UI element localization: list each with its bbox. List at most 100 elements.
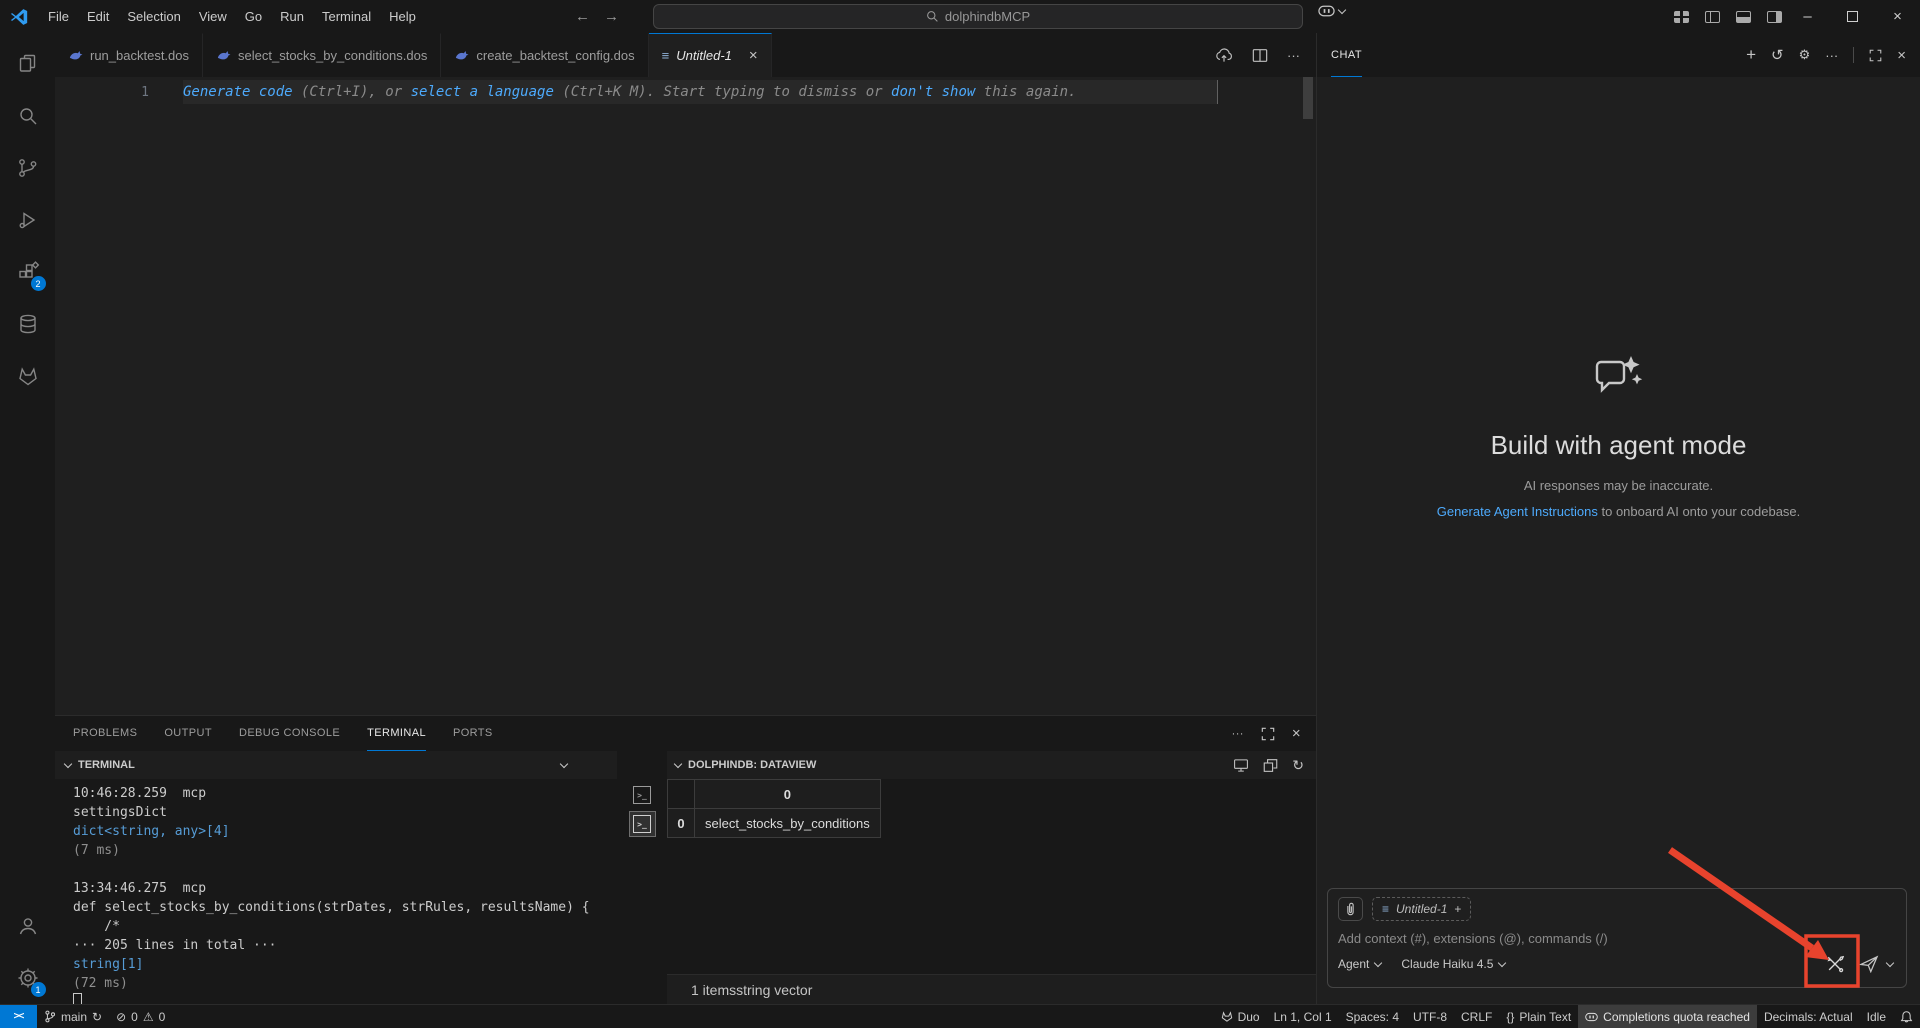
menu-edit[interactable]: Edit <box>78 6 118 28</box>
idle-status[interactable]: Idle <box>1860 1005 1893 1028</box>
cloud-upload-icon[interactable] <box>1215 47 1233 63</box>
menu-terminal[interactable]: Terminal <box>313 6 380 28</box>
activity-settings[interactable]: 1 <box>4 952 52 1004</box>
panel-tab-ports[interactable]: PORTS <box>453 716 493 751</box>
tab-select-stocks[interactable]: select_stocks_by_conditions.dos <box>203 33 441 77</box>
table-column-header[interactable]: 0 <box>695 780 881 809</box>
editor-area[interactable]: 1 Generate code (Ctrl+I), or select a la… <box>55 77 1316 715</box>
copilot-titlebar-button[interactable] <box>1318 5 1345 17</box>
chat-input-container[interactable]: ≡ Untitled-1 + Add context (#), extensio… <box>1327 888 1907 988</box>
file-lines-icon: ≡ <box>1382 902 1389 916</box>
encoding-status[interactable]: UTF-8 <box>1406 1005 1454 1028</box>
remote-indicator[interactable]: >< <box>0 1005 37 1028</box>
chevron-down-icon[interactable] <box>674 759 682 767</box>
minimize-button[interactable]: – <box>1785 0 1830 33</box>
close-tab-icon[interactable]: × <box>749 47 758 64</box>
maximize-button[interactable] <box>1830 0 1875 33</box>
activity-dolphindb[interactable] <box>4 298 52 350</box>
select-language-link[interactable]: select a language <box>411 84 554 100</box>
menu-go[interactable]: Go <box>236 6 271 28</box>
activity-explorer[interactable] <box>4 38 52 90</box>
activity-source-control[interactable] <box>4 142 52 194</box>
activity-search[interactable] <box>4 90 52 142</box>
history-icon[interactable]: ↺ <box>1771 46 1784 64</box>
search-icon <box>926 10 939 23</box>
chevron-down-icon[interactable] <box>64 759 72 767</box>
chat-tab[interactable]: CHAT <box>1331 33 1362 77</box>
editor-scrollbar[interactable] <box>1303 77 1313 119</box>
chevron-down-icon[interactable] <box>560 759 568 767</box>
activity-accounts[interactable] <box>4 900 52 952</box>
generate-code-link[interactable]: Generate code <box>183 84 293 100</box>
menu-help[interactable]: Help <box>380 6 425 28</box>
expand-chat-icon[interactable] <box>1869 49 1882 62</box>
tab-create-backtest-config[interactable]: create_backtest_config.dos <box>441 33 648 77</box>
new-chat-icon[interactable]: + <box>1746 45 1756 65</box>
warnings-icon: ⚠ <box>143 1010 154 1024</box>
command-center-search[interactable]: dolphindbMCP <box>653 4 1303 29</box>
tab-run-backtest[interactable]: run_backtest.dos <box>55 33 203 77</box>
split-editor-icon[interactable] <box>1252 48 1268 63</box>
customize-layout-icon[interactable] <box>1674 11 1689 23</box>
decimals-status[interactable]: Decimals: Actual <box>1757 1005 1860 1028</box>
language-mode[interactable]: {} Plain Text <box>1499 1005 1578 1028</box>
completions-quota-status[interactable]: Completions quota reached <box>1578 1005 1757 1028</box>
duo-status[interactable]: Duo <box>1214 1005 1267 1028</box>
menu-view[interactable]: View <box>190 6 236 28</box>
eol-status[interactable]: CRLF <box>1454 1005 1499 1028</box>
send-options-chevron[interactable] <box>1884 963 1896 966</box>
tab-untitled-1[interactable]: ≡ Untitled-1 × <box>649 33 772 77</box>
notifications-button[interactable] <box>1893 1005 1920 1028</box>
more-actions-icon[interactable]: ··· <box>1287 48 1300 63</box>
more-actions-icon[interactable]: ··· <box>1825 48 1838 63</box>
menu-selection[interactable]: Selection <box>118 6 189 28</box>
panel-tab-output[interactable]: OUTPUT <box>164 716 212 751</box>
chat-input-placeholder[interactable]: Add context (#), extensions (@), command… <box>1338 931 1896 946</box>
indentation-status[interactable]: Spaces: 4 <box>1339 1005 1406 1028</box>
table-row[interactable]: 0 select_stocks_by_conditions <box>668 809 881 838</box>
context-chip-untitled-1[interactable]: ≡ Untitled-1 + <box>1372 897 1471 921</box>
terminal-output[interactable]: 10:46:28.259 mcp settingsDict dict<strin… <box>55 779 617 1004</box>
chevron-down-icon <box>1338 5 1346 13</box>
explorer-icon <box>16 52 40 76</box>
close-panel-icon[interactable]: × <box>1292 725 1301 742</box>
activity-extensions[interactable]: 2 <box>4 246 52 298</box>
toggle-secondary-sidebar-icon[interactable] <box>1767 11 1782 23</box>
cursor-position[interactable]: Ln 1, Col 1 <box>1267 1005 1339 1028</box>
menu-file[interactable]: File <box>39 6 78 28</box>
back-icon[interactable]: ← <box>575 8 590 25</box>
forward-icon[interactable]: → <box>604 8 619 25</box>
toggle-primary-sidebar-icon[interactable] <box>1705 11 1720 23</box>
maximize-icon <box>1847 11 1858 22</box>
cursor-position-label: Ln 1, Col 1 <box>1274 1010 1332 1024</box>
terminal-instance-button[interactable]: >_ <box>629 782 656 808</box>
close-window-button[interactable]: × <box>1875 0 1920 33</box>
window-layout-icon[interactable] <box>1263 758 1278 773</box>
gear-icon[interactable]: ⚙ <box>1799 47 1811 63</box>
terminal-instance-button-selected[interactable]: >_ <box>629 811 656 837</box>
activity-run-debug[interactable] <box>4 194 52 246</box>
attach-context-button[interactable] <box>1338 897 1363 921</box>
mode-picker-agent[interactable]: Agent <box>1338 957 1381 971</box>
panel-tab-debug-console[interactable]: DEBUG CONSOLE <box>239 716 340 751</box>
activity-gitlab[interactable] <box>4 350 52 402</box>
model-picker[interactable]: Claude Haiku 4.5 <box>1401 957 1505 971</box>
problems-status[interactable]: ⊘ 0 ⚠ 0 <box>109 1005 172 1028</box>
add-context-icon[interactable]: + <box>1454 902 1461 916</box>
refresh-icon[interactable]: ↻ <box>1292 757 1304 774</box>
table-cell-value[interactable]: select_stocks_by_conditions <box>695 809 881 838</box>
maximize-panel-icon[interactable] <box>1261 727 1275 741</box>
send-button[interactable] <box>1856 949 1882 979</box>
open-in-editor-icon[interactable] <box>1233 758 1249 773</box>
generate-agent-instructions-link[interactable]: Generate Agent Instructions <box>1437 504 1598 519</box>
dataview-grid-area[interactable]: 0 0 select_stocks_by_conditions <box>667 779 1316 974</box>
panel-tab-problems[interactable]: PROBLEMS <box>73 716 137 751</box>
toggle-panel-icon[interactable] <box>1736 11 1751 23</box>
dont-show-link[interactable]: don't show <box>891 84 975 100</box>
tools-button[interactable] <box>1820 949 1850 979</box>
more-actions-icon[interactable]: ··· <box>1232 728 1244 740</box>
menu-run[interactable]: Run <box>271 6 313 28</box>
close-chat-icon[interactable]: × <box>1897 47 1906 64</box>
branch-status[interactable]: main ↻ <box>37 1005 109 1028</box>
panel-tab-terminal[interactable]: TERMINAL <box>367 716 426 751</box>
